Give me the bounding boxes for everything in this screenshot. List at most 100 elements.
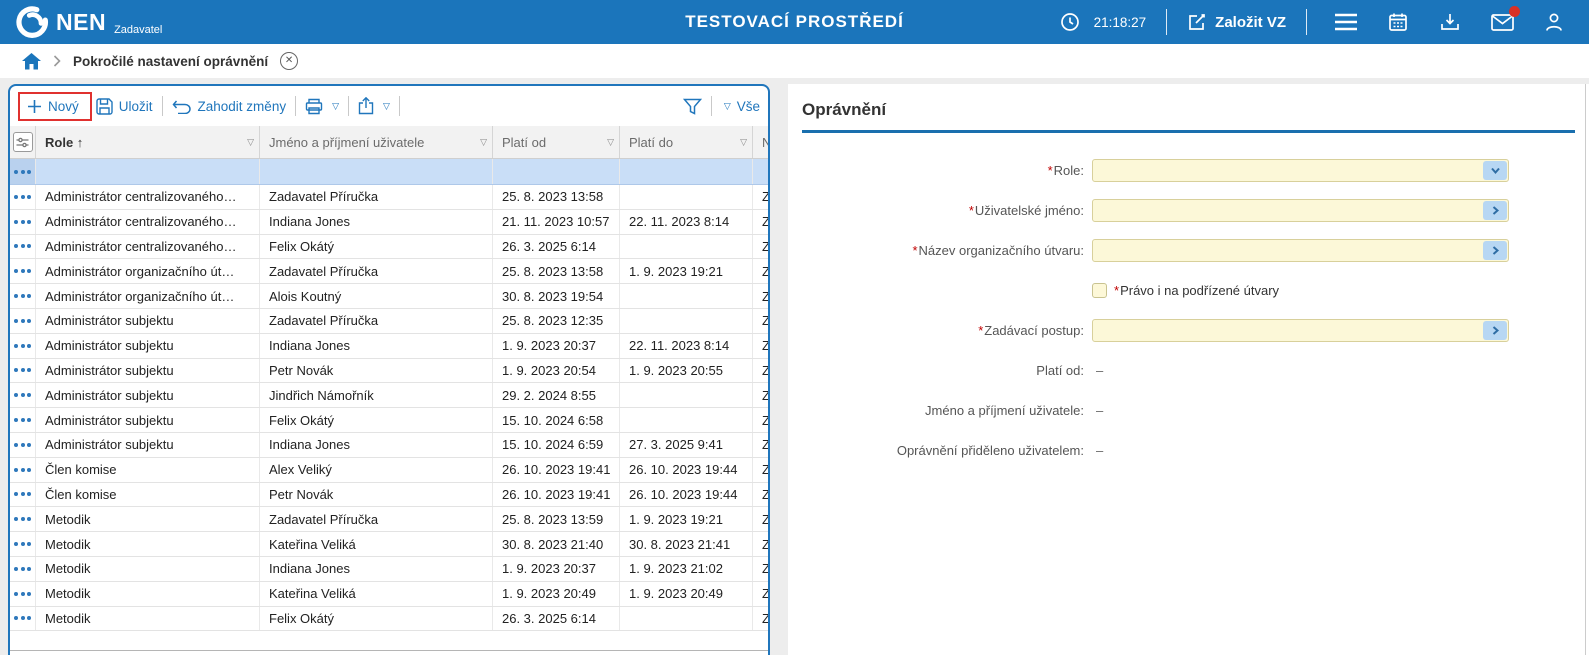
column-header-plat-do[interactable]: Platí do ▽ — [620, 126, 753, 158]
cell-valid-from: 25. 8. 2023 12:35 — [493, 308, 620, 333]
mail-icon — [1490, 13, 1514, 31]
table-row[interactable]: Administrátor subjektu Jindřich Námořník 2… — [10, 383, 768, 409]
row-actions-cell[interactable] — [10, 185, 36, 209]
divider — [1166, 9, 1168, 35]
permissions-grid-panel: Nový Uložit Zahodit změny ▽ ▽ ▽ Vše Role… — [8, 84, 770, 655]
row-actions-cell[interactable] — [10, 482, 36, 507]
table-row[interactable]: Administrátor organizačního út… Alois Kou… — [10, 284, 768, 309]
cell-role: Administrátor centralizovaného… — [36, 234, 260, 259]
table-row[interactable]: Administrátor subjektu Petr Novák 1. 9. 20… — [10, 358, 768, 384]
field-input-název-organizačního-útvaru[interactable] — [1092, 239, 1509, 262]
row-actions-cell[interactable] — [10, 259, 36, 284]
save-button[interactable]: Uložit — [96, 97, 153, 115]
row-actions-cell[interactable] — [10, 333, 36, 358]
row-actions-icon — [14, 442, 31, 447]
divider — [295, 96, 297, 116]
table-row[interactable]: Administrátor subjektu Felix Okátý 15. 10.… — [10, 408, 768, 433]
lookup-open-button[interactable] — [1483, 321, 1507, 340]
row-actions-cell[interactable] — [10, 209, 36, 234]
nen-logo[interactable]: NEN Zadavatel — [16, 5, 162, 39]
cell-partial: Z — [753, 210, 768, 234]
row-actions-cell[interactable] — [10, 308, 36, 333]
field-input-uživatelské-jméno[interactable] — [1092, 199, 1509, 222]
table-row[interactable]: Administrátor centralizovaného… Zadavatel… — [10, 185, 768, 210]
table-header-row: Role ↑ ▽ Jméno a příjmení uživatele ▽ Platí … — [10, 126, 768, 159]
table-row[interactable]: Administrátor centralizovaného… Indiana J… — [10, 209, 768, 235]
column-filter-icon[interactable]: ▽ — [247, 137, 254, 148]
cell-partial: Z — [753, 383, 768, 407]
column-settings-icon — [12, 132, 33, 152]
chevron-right-icon — [1492, 246, 1499, 255]
form-row-právo-i-na-podřízené-útvary: *Právo i na podřízené útvary — [802, 279, 1575, 302]
select-open-button[interactable] — [1483, 161, 1507, 180]
row-actions-cell[interactable] — [10, 159, 36, 184]
table-row[interactable]: MetodikFelix Okátý26. 3. 2025 6:14 Z — [10, 606, 768, 632]
menu-button[interactable] — [1332, 8, 1360, 36]
create-vz-button[interactable]: Založit VZ — [1187, 12, 1286, 32]
checkbox-právo-i-na-podřízené-útvary[interactable] — [1092, 283, 1107, 298]
table-row[interactable]: Metodik Kateřina Veliká 30. 8. 2023 21:40 3… — [10, 532, 768, 557]
table-row[interactable]: Člen komise Petr Novák 26. 10. 2023 19:41 2… — [10, 482, 768, 508]
view-all-dropdown[interactable]: ▽ Vše — [721, 99, 760, 114]
save-icon — [96, 97, 113, 115]
table-row[interactable]: Administrátor subjektu Indiana Jones 15. 1… — [10, 432, 768, 458]
view-all-label: Vše — [736, 98, 760, 114]
column-filter-icon[interactable]: ▽ — [480, 137, 487, 148]
cell-role: Metodik — [36, 532, 260, 556]
table-row[interactable]: Metodik Zadavatel Příručka 25. 8. 2023 13:… — [10, 507, 768, 533]
print-button[interactable]: ▽ — [305, 98, 339, 115]
table-row[interactable]: Administrátor centralizovaného… Felix Oká… — [10, 234, 768, 260]
row-actions-cell[interactable] — [10, 234, 36, 259]
column-header-jm-no-a-p-jmen-u-ivatele[interactable]: Jméno a příjmení uživatele ▽ — [260, 126, 493, 158]
mail-button[interactable] — [1488, 6, 1520, 36]
row-actions-cell[interactable] — [10, 284, 36, 308]
page-title: Pokročilé nastavení oprávnění — [73, 53, 269, 69]
field-label-zadávací-postup: *Zadávací postup: — [978, 323, 1084, 338]
row-actions-cell[interactable] — [10, 358, 36, 383]
user-button[interactable] — [1540, 8, 1568, 36]
discard-changes-button[interactable]: Zahodit změny — [172, 98, 287, 114]
row-actions-cell[interactable] — [10, 606, 36, 631]
row-actions-cell[interactable] — [10, 432, 36, 457]
row-actions-cell[interactable] — [10, 383, 36, 408]
column-header-role[interactable]: Role ↑ ▽ — [36, 126, 260, 158]
row-actions-icon — [14, 244, 31, 249]
column-header-plat-od[interactable]: Platí od ▽ — [493, 126, 620, 158]
home-icon[interactable] — [22, 52, 41, 70]
row-actions-cell[interactable] — [10, 408, 36, 432]
calendar-button[interactable] — [1384, 8, 1412, 36]
column-settings-cell[interactable] — [10, 126, 36, 158]
filter-button[interactable] — [682, 98, 702, 115]
row-actions-cell[interactable] — [10, 532, 36, 556]
row-actions-cell[interactable] — [10, 556, 36, 581]
field-value-oprávnění-přiděleno-uživatelem: – — [1096, 443, 1104, 458]
server-time: 21:18:27 — [1093, 14, 1147, 30]
cell-partial: Z — [753, 458, 768, 482]
download-button[interactable] — [1436, 8, 1464, 36]
export-button[interactable]: ▽ — [358, 97, 390, 115]
table-row[interactable]: Administrátor subjektu Indiana Jones 1. 9.… — [10, 333, 768, 359]
table-row[interactable]: Člen komise Alex Veliký 26. 10. 2023 19:41… — [10, 457, 768, 483]
lookup-open-button[interactable] — [1483, 241, 1507, 260]
discard-changes-label: Zahodit změny — [197, 98, 287, 114]
column-filter-icon[interactable]: ▽ — [607, 137, 614, 148]
column-header-partial[interactable]: N — [753, 126, 768, 158]
row-actions-cell[interactable] — [10, 581, 36, 606]
field-input-role[interactable] — [1092, 159, 1509, 182]
table-row[interactable]: Administrátor organizačního út… Zadavatel… — [10, 259, 768, 285]
table-row-new-unsaved[interactable] — [10, 159, 768, 185]
table-row[interactable]: Metodik Indiana Jones 1. 9. 2023 20:37 1. 9… — [10, 556, 768, 582]
new-button[interactable]: Nový — [27, 99, 79, 114]
table-row[interactable]: Metodik Kateřina Veliká 1. 9. 2023 20:49 1.… — [10, 581, 768, 607]
cell-role: Administrátor subjektu — [36, 383, 260, 408]
row-actions-cell[interactable] — [10, 507, 36, 532]
table-row[interactable]: Administrátor subjektu Zadavatel Příručka… — [10, 308, 768, 334]
lookup-open-button[interactable] — [1483, 201, 1507, 220]
row-actions-cell[interactable] — [10, 457, 36, 482]
field-input-zadávací-postup[interactable] — [1092, 319, 1509, 342]
cell-partial — [753, 159, 768, 184]
field-label-název-organizačního-útvaru: *Název organizačního útvaru: — [912, 243, 1084, 258]
close-circle-icon[interactable]: ✕ — [280, 52, 299, 70]
cell-partial: Z — [753, 408, 768, 432]
column-filter-icon[interactable]: ▽ — [740, 137, 747, 148]
